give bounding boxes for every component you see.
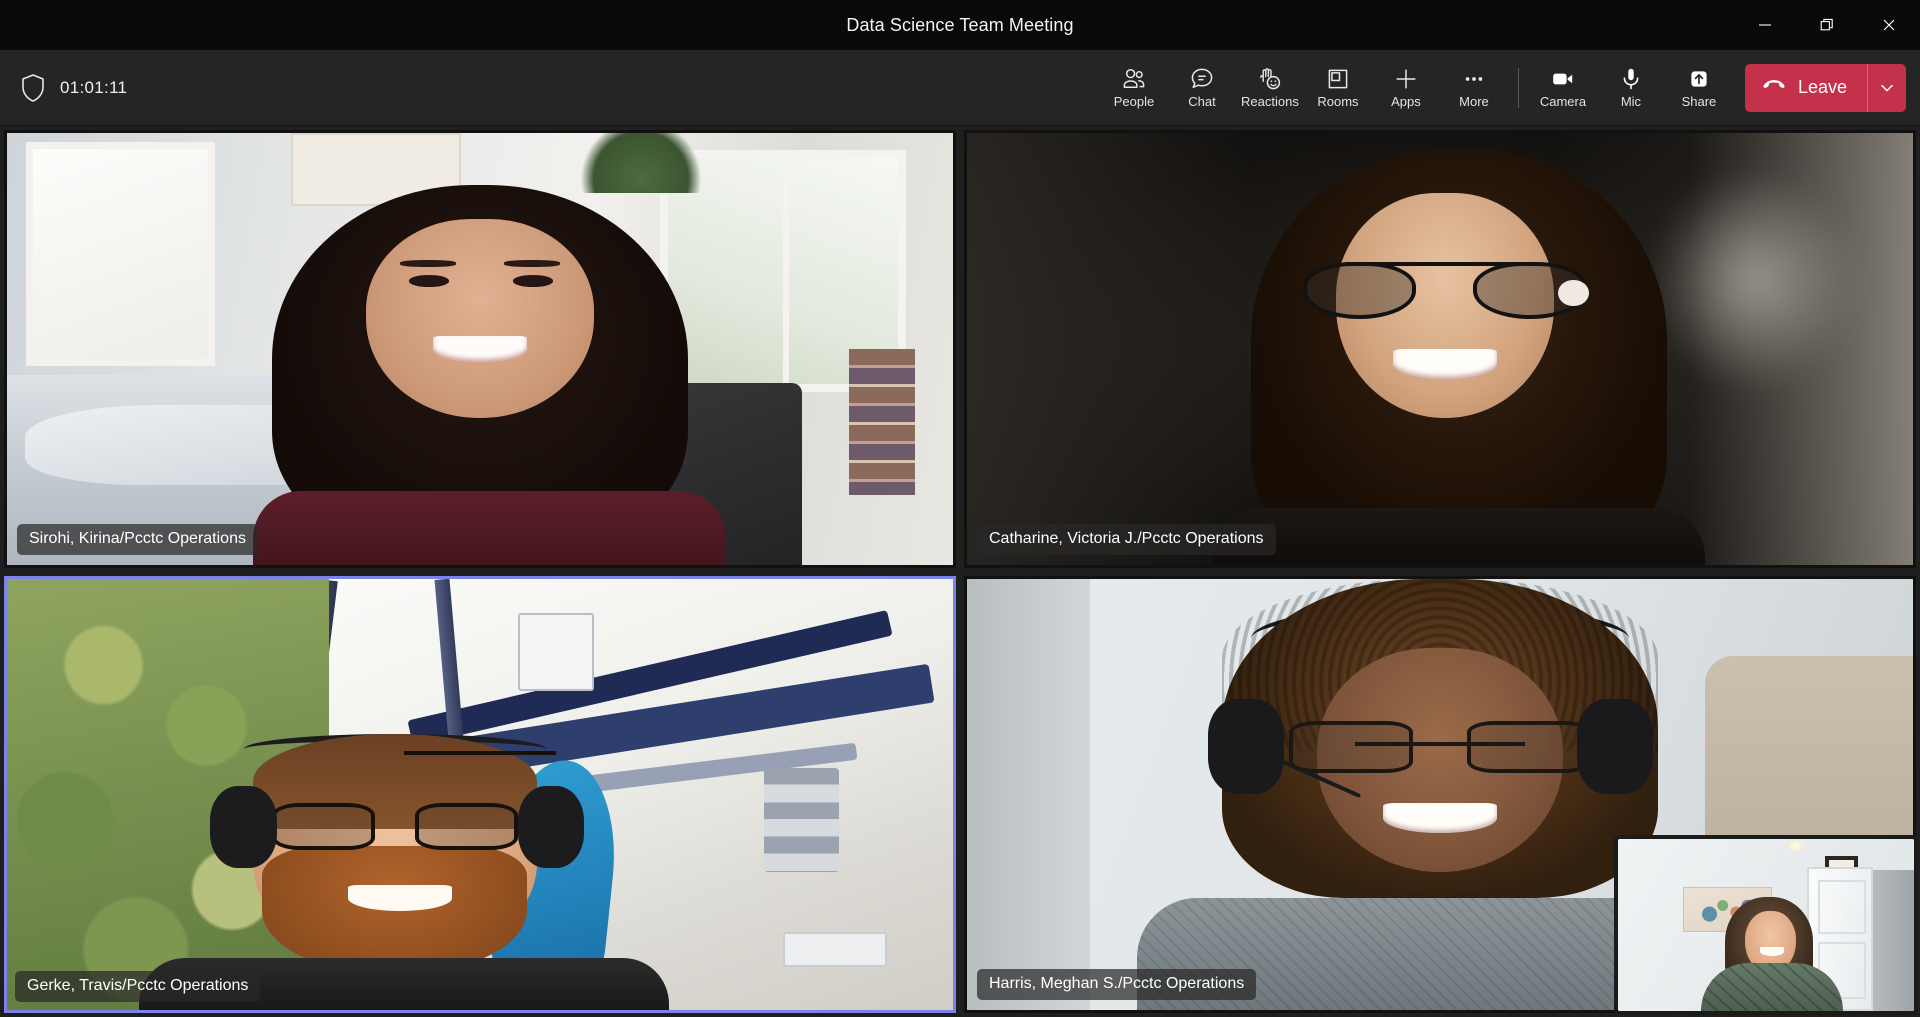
restore-button[interactable] (1796, 0, 1858, 50)
reactions-label: Reactions (1241, 94, 1299, 109)
video-tile-gerke[interactable]: Gerke, Travis/Pcctc Operations (4, 575, 956, 1013)
people-button[interactable]: People (1100, 57, 1168, 119)
chevron-down-icon (1881, 84, 1893, 91)
video-tile-sirohi[interactable]: Sirohi, Kirina/Pcctc Operations (4, 130, 956, 568)
page-title: Data Science Team Meeting (846, 14, 1074, 35)
video-feed (967, 133, 1913, 565)
control-bar-left: 01:01:11 (0, 73, 127, 103)
title-bar: Data Science Team Meeting (0, 0, 1920, 50)
self-view-pip[interactable] (1618, 839, 1914, 1011)
window-controls (1734, 0, 1920, 50)
close-button[interactable] (1858, 0, 1920, 50)
people-icon (1121, 66, 1147, 92)
close-icon (1883, 19, 1895, 31)
more-label: More (1459, 94, 1489, 109)
chat-label: Chat (1188, 94, 1216, 109)
participant-name: Gerke, Travis/Pcctc Operations (15, 971, 261, 1002)
hangup-phone-icon (1761, 72, 1787, 103)
video-stage: Sirohi, Kirina/Pcctc Operations Catharin… (0, 126, 1920, 1017)
video-feed (7, 578, 953, 1010)
share-arrow-icon (1686, 66, 1712, 92)
meeting-control-bar: 01:01:11 People Chat Reactions Rooms App… (0, 50, 1920, 126)
leave-button-group: Leave (1744, 63, 1906, 112)
people-label: People (1113, 94, 1155, 109)
shield-icon (22, 73, 44, 102)
reactions-icon (1257, 66, 1283, 92)
meeting-timer: 01:01:11 (60, 77, 128, 97)
share-label: Share (1681, 94, 1717, 109)
camera-label: Camera (1539, 94, 1587, 109)
apps-button[interactable]: Apps (1372, 57, 1440, 119)
plus-icon (1393, 66, 1419, 92)
participant-name: Harris, Meghan S./Pcctc Operations (977, 969, 1257, 1000)
rooms-icon (1325, 66, 1351, 92)
leave-label: Leave (1797, 77, 1847, 97)
video-feed (7, 133, 953, 565)
minimize-icon (1759, 24, 1771, 26)
rooms-label: Rooms (1317, 94, 1359, 109)
camera-button[interactable]: Camera (1529, 57, 1597, 119)
leave-button[interactable]: Leave (1745, 64, 1867, 112)
restore-icon (1820, 18, 1833, 31)
mic-button[interactable]: Mic (1597, 57, 1665, 119)
teams-meeting-window: Data Science Team Meeting 01:01:11 Peopl… (0, 0, 1920, 1017)
participant-name: Sirohi, Kirina/Pcctc Operations (17, 523, 258, 555)
control-bar-right: People Chat Reactions Rooms Apps More Ca… (1100, 57, 1920, 119)
more-button[interactable]: More (1440, 57, 1508, 119)
share-button[interactable]: Share (1665, 57, 1733, 119)
mic-label: Mic (1620, 94, 1642, 109)
ellipsis-icon (1461, 66, 1487, 92)
chat-icon (1189, 66, 1215, 92)
apps-label: Apps (1391, 94, 1421, 109)
video-tile-catharine[interactable]: Catharine, Victoria J./Pcctc Operations (964, 130, 1916, 568)
leave-options-button[interactable] (1868, 64, 1906, 112)
camera-icon (1550, 66, 1576, 92)
reactions-button[interactable]: Reactions (1236, 57, 1304, 119)
rooms-button[interactable]: Rooms (1304, 57, 1372, 119)
participant-name: Catharine, Victoria J./Pcctc Operations (977, 523, 1276, 555)
toolbar-divider (1517, 67, 1519, 108)
minimize-button[interactable] (1734, 0, 1796, 50)
chat-button[interactable]: Chat (1168, 57, 1236, 119)
microphone-icon (1618, 66, 1644, 92)
